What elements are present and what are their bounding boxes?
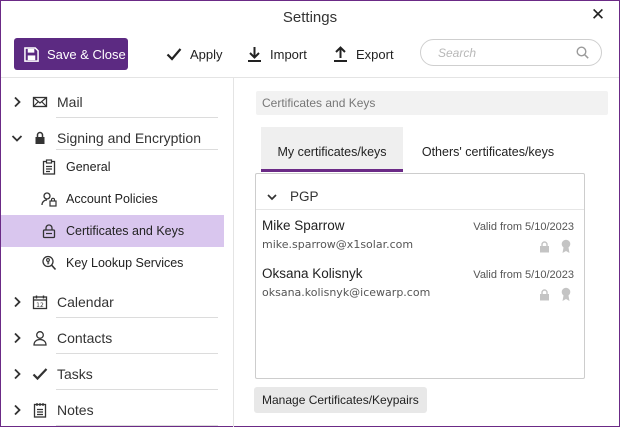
separator <box>56 425 218 426</box>
chevron-right-icon <box>14 368 21 380</box>
search-input[interactable]: Search <box>420 39 602 66</box>
separator <box>56 117 218 118</box>
sidebar-item-contacts[interactable]: Contacts <box>1 320 224 356</box>
person-icon <box>33 331 47 346</box>
certificate-row[interactable]: Oksana Kolisnyk oksana.kolisnyk@icewarp.… <box>256 266 584 310</box>
sidebar-label-key-lookup: Key Lookup Services <box>66 256 184 270</box>
sidebar-label-notes: Notes <box>57 402 94 418</box>
pgp-group-label: PGP <box>290 189 319 204</box>
certificate-seal-icon <box>561 239 571 253</box>
sidebar-label-mail: Mail <box>57 94 83 110</box>
search-icon <box>576 46 589 59</box>
sidebar-label-account-policies: Account Policies <box>66 192 158 206</box>
import-label: Import <box>270 46 307 62</box>
lock-icon <box>540 241 549 253</box>
lock-outline-icon <box>42 224 56 239</box>
chevron-right-icon <box>14 296 21 308</box>
sidebar-label-signing: Signing and Encryption <box>57 130 201 146</box>
calendar-icon: 12 <box>32 295 48 310</box>
sidebar-label-certificates-keys: Certificates and Keys <box>66 224 185 238</box>
separator <box>56 317 218 318</box>
sidebar-item-certificates-keys[interactable]: Certificates and Keys <box>1 215 224 247</box>
certificate-name: Oksana Kolisnyk <box>262 266 363 281</box>
chevron-right-icon <box>14 404 21 416</box>
clipboard-icon <box>42 159 56 175</box>
search-placeholder: Search <box>438 45 477 60</box>
close-icon[interactable]: ✕ <box>589 6 607 24</box>
sidebar-item-calendar[interactable]: 12 Calendar <box>1 284 224 320</box>
separator <box>56 389 218 390</box>
certificate-email: oksana.kolisnyk@icewarp.com <box>262 286 431 299</box>
save-icon <box>24 46 39 62</box>
breadcrumb: Certificates and Keys <box>256 91 608 115</box>
tab-my-certificates[interactable]: My certificates/keys <box>261 127 403 172</box>
import-button[interactable]: Import <box>247 38 307 70</box>
sidebar-label-contacts: Contacts <box>57 330 113 346</box>
window-title: Settings <box>282 9 338 26</box>
chevron-down-icon <box>11 135 23 142</box>
chevron-right-icon <box>14 332 21 344</box>
chevron-down-icon <box>267 194 277 201</box>
sidebar-item-notes[interactable]: Notes <box>1 392 224 427</box>
separator <box>56 353 218 354</box>
pgp-group-header[interactable]: PGP <box>256 184 584 210</box>
tab-others-certificates[interactable]: Others' certificates/keys <box>412 127 564 172</box>
user-lock-icon <box>41 192 57 207</box>
apply-label: Apply <box>190 46 223 62</box>
sidebar-label-general: General <box>66 160 111 174</box>
save-close-button[interactable]: Save & Close <box>14 38 128 70</box>
checkmark-icon <box>32 368 48 381</box>
upload-icon <box>334 46 347 62</box>
envelope-icon <box>32 96 48 108</box>
save-close-label: Save & Close <box>47 46 126 62</box>
manage-certificates-button[interactable]: Manage Certificates/Keypairs <box>254 387 427 413</box>
certificate-seal-icon <box>561 287 571 301</box>
certificate-row[interactable]: Mike Sparrow mike.sparrow@x1solar.com Va… <box>256 218 584 262</box>
certificates-panel: PGP Mike Sparrow mike.sparrow@x1solar.co… <box>255 173 585 379</box>
sidebar-item-mail[interactable]: Mail <box>1 84 224 120</box>
chevron-right-icon <box>14 96 21 108</box>
sidebar-label-tasks: Tasks <box>57 366 93 382</box>
download-icon <box>248 47 261 62</box>
sidebar-item-tasks[interactable]: Tasks <box>1 356 224 392</box>
notepad-icon <box>33 403 47 418</box>
certificate-validity: Valid from 5/10/2023 <box>473 269 574 281</box>
check-icon <box>166 48 182 61</box>
lock-icon <box>540 289 549 301</box>
apply-button[interactable]: Apply <box>166 38 223 70</box>
sidebar-item-account-policies[interactable]: Account Policies <box>1 183 224 215</box>
sidebar: Mail Signing and Encryption General Acco… <box>1 78 233 427</box>
sidebar-label-calendar: Calendar <box>57 294 114 310</box>
export-button[interactable]: Export <box>333 38 394 70</box>
export-label: Export <box>356 46 394 62</box>
key-search-icon <box>42 255 57 271</box>
lock-icon <box>35 131 45 144</box>
certificate-name: Mike Sparrow <box>262 218 345 233</box>
svg-text:12: 12 <box>36 302 44 309</box>
certificate-email: mike.sparrow@x1solar.com <box>262 238 414 251</box>
toolbar: Save & Close Apply Import Export Search <box>1 35 619 75</box>
content-area: Certificates and Keys My certificates/ke… <box>234 78 619 427</box>
title-bar: Settings ✕ <box>1 1 619 33</box>
certificate-validity: Valid from 5/10/2023 <box>473 221 574 233</box>
separator <box>56 149 218 150</box>
sidebar-item-general[interactable]: General <box>1 151 224 183</box>
settings-window: Settings ✕ Save & Close Apply Import Exp… <box>0 0 620 427</box>
sidebar-item-key-lookup[interactable]: Key Lookup Services <box>1 247 224 279</box>
